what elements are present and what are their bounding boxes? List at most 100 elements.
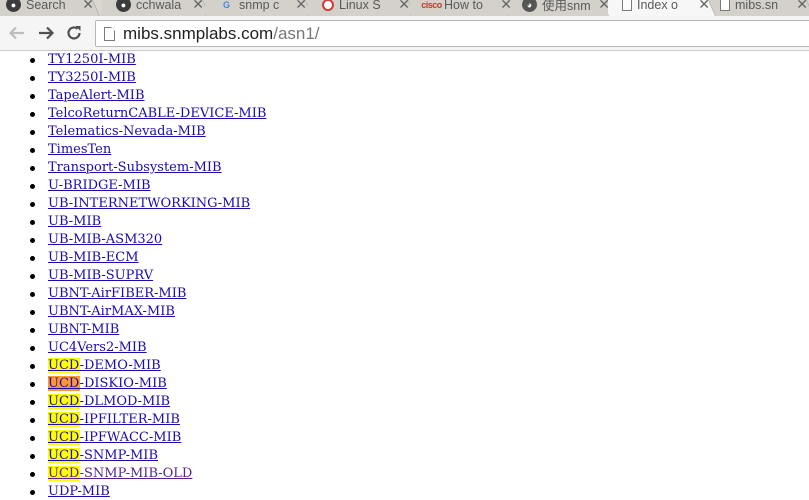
mib-link[interactable]: UB-MIB-SUPRV: [48, 268, 153, 283]
forward-button[interactable]: [34, 21, 58, 45]
url-host: mibs.snmplabs.com: [123, 23, 274, 43]
mib-link[interactable]: UBNT-MIB: [48, 322, 119, 337]
browser-tab[interactable]: Index o ✕: [608, 0, 716, 16]
mib-link-text: -DLMOD-MIB: [79, 394, 171, 409]
list-item: TapeAlert-MIB: [30, 87, 809, 105]
list-item: UCD-DEMO-MIB: [30, 357, 809, 375]
tab-title: 使用snm: [542, 0, 591, 13]
mib-link[interactable]: UCD-IPFWACC-MIB: [48, 430, 181, 445]
list-item: Telematics-Nevada-MIB: [30, 123, 809, 141]
list-item: UCD-IPFILTER-MIB: [30, 411, 809, 429]
find-highlight: UCD: [48, 394, 80, 409]
browser-tab[interactable]: Linux S ✕: [308, 0, 416, 16]
reload-icon: [67, 26, 81, 40]
browser-tab[interactable]: ◕ 使用snm ✕: [508, 0, 616, 16]
mib-link-text: -SNMP-MIB: [79, 448, 158, 463]
mib-link[interactable]: UB-MIB-ASM320: [48, 232, 162, 247]
mib-link[interactable]: U-BRIDGE-MIB: [48, 178, 151, 193]
find-highlight: UCD: [48, 376, 80, 391]
mib-link[interactable]: UCD-SNMP-MIB: [48, 448, 158, 463]
find-highlight: UCD: [48, 448, 80, 463]
list-item: UBNT-MIB: [30, 321, 809, 339]
google-icon: G: [222, 0, 230, 10]
mib-link[interactable]: TimesTen: [48, 142, 111, 157]
tab-title: Linux S: [339, 0, 381, 12]
list-item: UCD-DLMOD-MIB: [30, 393, 809, 411]
find-highlight: UCD: [48, 358, 80, 373]
mib-index-list: TY1250I-MIB TY3250I-MIB TapeAlert-MIB Telco…: [0, 51, 809, 500]
address-bar[interactable]: mibs.snmplabs.com/asn1/: [95, 20, 809, 47]
back-button[interactable]: [5, 21, 29, 45]
browser-tab[interactable]: Gsnmp c ✕: [205, 0, 313, 16]
list-item: UCD-SNMP-MIB: [30, 447, 809, 465]
page-icon: [104, 26, 115, 41]
list-item: U-BRIDGE-MIB: [30, 177, 809, 195]
mib-link[interactable]: UDP-MIB: [48, 484, 110, 499]
list-item: UC4Vers2-MIB: [30, 339, 809, 357]
list-item: TimesTen: [30, 141, 809, 159]
mib-link[interactable]: UCD-IPFILTER-MIB: [48, 412, 180, 427]
page-icon: [622, 0, 632, 11]
back-arrow-icon: [8, 26, 24, 40]
mib-link[interactable]: TY3250I-MIB: [48, 70, 136, 85]
page-icon: [720, 0, 730, 11]
mib-link-text: -DISKIO-MIB: [79, 376, 167, 391]
list-item: UCD-DISKIO-MIB: [30, 375, 809, 393]
cisco-icon: cisco: [421, 0, 442, 10]
mib-link[interactable]: UBNT-AirFIBER-MIB: [48, 286, 186, 301]
close-icon[interactable]: ✕: [295, 0, 307, 13]
browser-tab[interactable]: ● cchwala ✕: [102, 0, 210, 16]
list-item: UB-MIB-SUPRV: [30, 267, 809, 285]
mib-link[interactable]: TY1250I-MIB: [48, 52, 136, 67]
close-icon[interactable]: ✕: [500, 0, 512, 13]
mib-link-text: -SNMP-MIB-OLD: [79, 466, 193, 481]
tab-title: cchwala: [136, 0, 182, 12]
tab-title: snmp c: [239, 0, 280, 12]
browser-toolbar: mibs.snmplabs.com/asn1/: [0, 16, 809, 51]
tab-title: Search: [26, 0, 66, 12]
mib-link[interactable]: UB-INTERNETWORKING-MIB: [48, 196, 250, 211]
close-icon[interactable]: ✕: [698, 0, 710, 13]
mib-link[interactable]: Telematics-Nevada-MIB: [48, 124, 206, 139]
mib-link[interactable]: UB-MIB: [48, 214, 101, 229]
mib-link[interactable]: UCD-DLMOD-MIB: [48, 394, 170, 409]
list-item: UB-INTERNETWORKING-MIB: [30, 195, 809, 213]
mib-link[interactable]: UCD-SNMP-MIB-OLD: [48, 466, 192, 481]
mib-link[interactable]: TapeAlert-MIB: [48, 88, 145, 103]
mib-link[interactable]: UCD-DISKIO-MIB: [48, 376, 167, 391]
tab-title: mibs.sn: [735, 0, 779, 12]
forward-arrow-icon: [39, 26, 55, 40]
mib-link-text: -IPFILTER-MIB: [79, 412, 180, 427]
list-item: UDP-MIB: [30, 483, 809, 500]
tab-title: Index o: [637, 0, 679, 12]
reload-button[interactable]: [62, 21, 86, 45]
mib-link[interactable]: TelcoReturnCABLE-DEVICE-MIB: [48, 106, 266, 121]
page-content: TY1250I-MIB TY3250I-MIB TapeAlert-MIB Telco…: [0, 51, 809, 500]
list-item: UB-MIB-ECM: [30, 249, 809, 267]
mib-link-text: -DEMO-MIB: [79, 358, 161, 373]
list-item: TY3250I-MIB: [30, 69, 809, 87]
find-highlight: UCD: [48, 466, 80, 481]
find-highlight: UCD: [48, 412, 80, 427]
mib-link[interactable]: UB-MIB-ECM: [48, 250, 139, 265]
tab-strip: ● Search ✕ ● cchwala ✕ Gsnmp c ✕ Linux S ✕ cisco Ho…: [0, 0, 809, 16]
close-icon[interactable]: ✕: [398, 0, 410, 13]
browser-tab[interactable]: cisco How to ✕: [410, 0, 518, 16]
list-item: TY1250I-MIB: [30, 51, 809, 69]
mib-link[interactable]: UBNT-AirMAX-MIB: [48, 304, 175, 319]
list-item: TelcoReturnCABLE-DEVICE-MIB: [30, 105, 809, 123]
list-item: Transport-Subsystem-MIB: [30, 159, 809, 177]
mib-link[interactable]: UCD-DEMO-MIB: [48, 358, 161, 373]
url-text[interactable]: mibs.snmplabs.com/asn1/: [123, 24, 320, 44]
mib-link[interactable]: UC4Vers2-MIB: [48, 340, 147, 355]
browser-tab[interactable]: ● Search ✕: [0, 0, 100, 16]
list-item: UCD-IPFWACC-MIB: [30, 429, 809, 447]
list-item: UCD-SNMP-MIB-OLD: [30, 465, 809, 483]
mib-link[interactable]: Transport-Subsystem-MIB: [48, 160, 222, 175]
close-icon[interactable]: ✕: [192, 0, 204, 13]
close-icon[interactable]: ✕: [796, 0, 808, 13]
close-icon[interactable]: ✕: [82, 0, 94, 13]
linux-icon: [322, 0, 334, 11]
browser-tab[interactable]: mibs.sn ✕: [706, 0, 809, 16]
list-item: UBNT-AirFIBER-MIB: [30, 285, 809, 303]
